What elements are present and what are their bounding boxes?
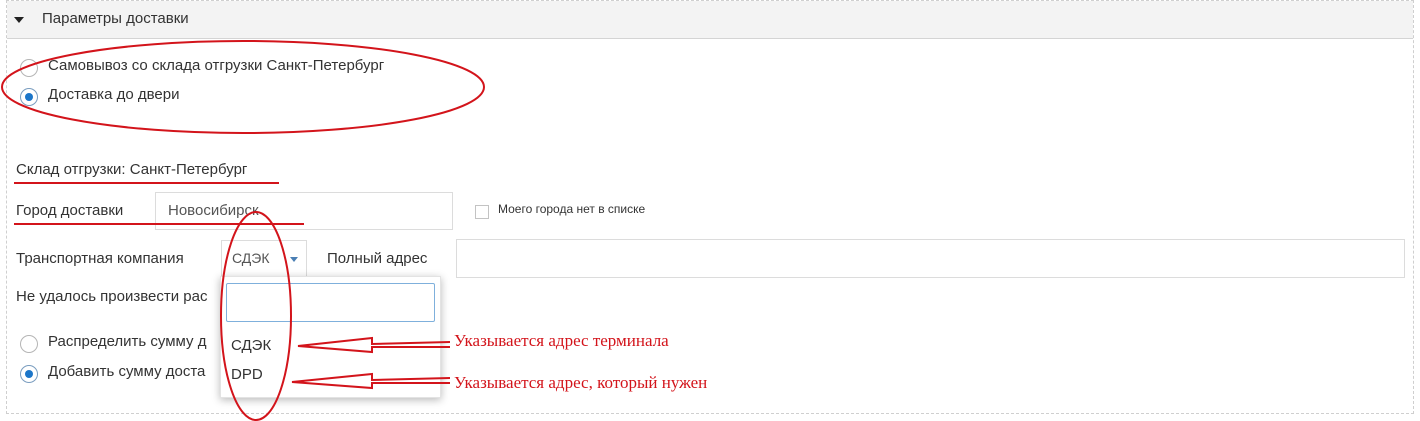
radio-distribute-sum[interactable] — [20, 335, 38, 353]
city-not-in-list-label[interactable]: Моего города нет в списке — [498, 202, 645, 216]
dropdown-option-sdek[interactable]: СДЭК — [231, 337, 431, 354]
full-address-input[interactable] — [456, 239, 1405, 278]
transport-label: Транспортная компания — [16, 250, 184, 267]
warehouse-label: Склад отгрузки: Санкт-Петербург — [16, 161, 248, 178]
radio-pickup-label[interactable]: Самовывоз со склада отгрузки Санкт-Петер… — [48, 57, 384, 74]
annotation-sdek-note: Указывается адрес терминала — [454, 331, 669, 350]
radio-pickup[interactable] — [20, 59, 38, 77]
radio-door-delivery[interactable] — [20, 88, 38, 106]
dropdown-option-dpd[interactable]: DPD — [231, 366, 431, 383]
collapse-caret-icon[interactable] — [14, 17, 24, 23]
radio-distribute-sum-label[interactable]: Распределить сумму д — [48, 333, 206, 350]
city-input-value: Новосибирск — [168, 202, 259, 219]
panel-title: Параметры доставки — [42, 10, 189, 27]
city-label: Город доставки — [16, 202, 124, 219]
city-not-in-list-checkbox[interactable] — [475, 205, 489, 219]
dropdown-search-input[interactable] — [226, 283, 435, 322]
radio-add-sum[interactable] — [20, 365, 38, 383]
transport-select-value: СДЭК — [232, 250, 270, 266]
annotation-dpd-note: Указывается адрес, который нужен — [454, 373, 708, 392]
radio-door-delivery-label[interactable]: Доставка до двери — [48, 86, 179, 103]
full-address-label: Полный адрес — [327, 250, 428, 267]
radio-add-sum-label[interactable]: Добавить сумму доста — [48, 363, 205, 380]
calc-error-text: Не удалось произвести рас — [16, 288, 208, 305]
chevron-down-icon[interactable] — [290, 257, 298, 262]
panel-header[interactable] — [7, 1, 1413, 39]
